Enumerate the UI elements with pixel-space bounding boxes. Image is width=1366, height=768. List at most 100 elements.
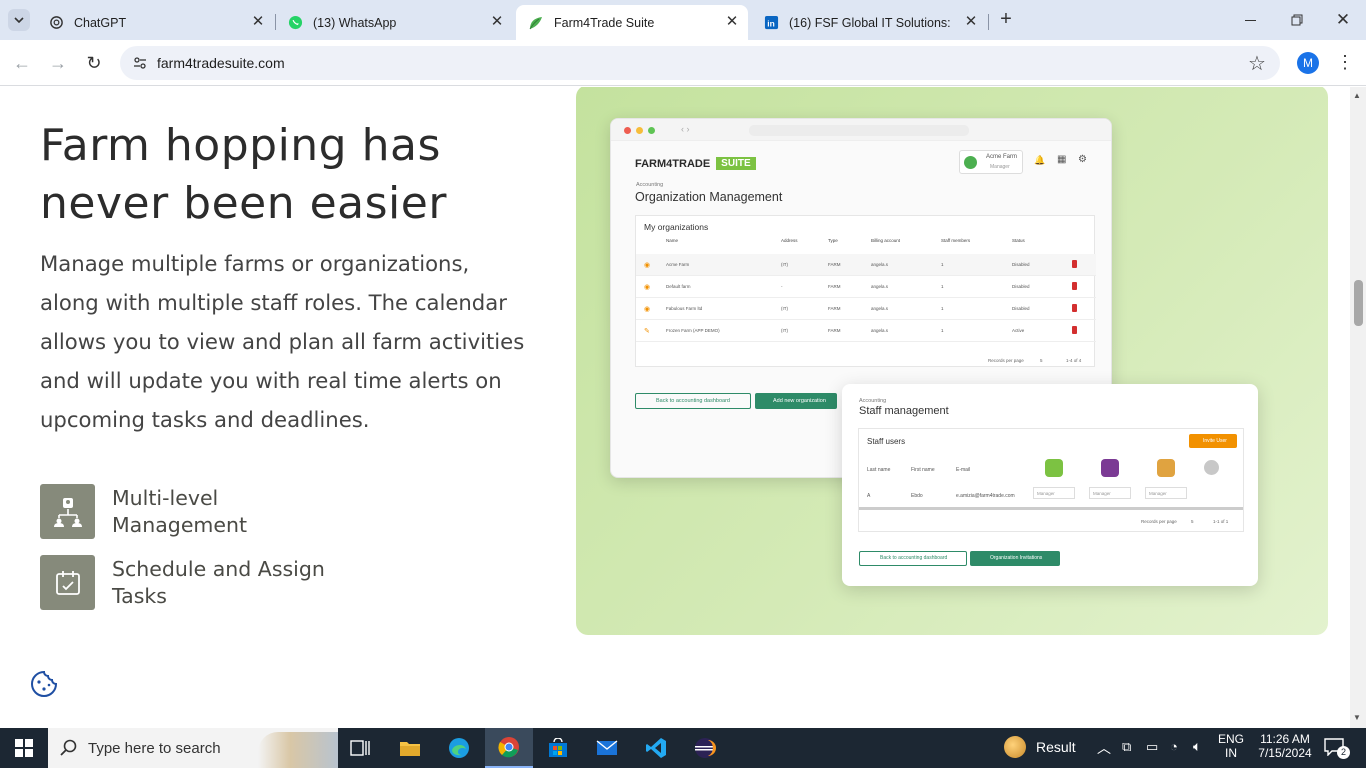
close-icon[interactable]: ✕ [250, 14, 266, 30]
delete-icon [1072, 260, 1077, 268]
mockup-table-header: Name Address Type Billing account Staff memb… [636, 238, 1096, 254]
close-icon[interactable]: ✕ [724, 14, 740, 30]
app-tray-icon[interactable]: ⧉ [1122, 739, 1131, 755]
notification-count: 2 [1337, 746, 1350, 759]
taskbar-search-box[interactable]: Type here to search [48, 728, 338, 768]
reload-icon[interactable]: ↻ [84, 53, 104, 73]
mockup-staff-card: Staff users Invite User Last name First … [858, 428, 1244, 532]
mockup-table-row: ◉ Fabulous Farm ltd (IT) FARM angela.s 1 Disab… [636, 298, 1096, 320]
tab-title: (16) FSF Global IT Solutions: My [789, 15, 954, 30]
mockup-table-cell: - [781, 284, 783, 289]
mockup-staff-back-button: Back to accounting dashboard [859, 551, 967, 566]
mail-icon[interactable] [583, 728, 631, 768]
url-text: farm4tradesuite.com [157, 55, 285, 71]
mockup-table-cell: Acme Farm [666, 262, 690, 267]
task-view-icon[interactable] [336, 728, 384, 768]
mockup-table-cell: (IT) [781, 306, 788, 311]
mockup-table-row: ✎ Frozen Farm (APP DEMO) (IT) FARM angela.s 1… [636, 320, 1096, 342]
restore-button[interactable] [1285, 8, 1309, 32]
weather-widget[interactable]: Result [1004, 736, 1076, 758]
site-settings-icon[interactable] [133, 56, 147, 75]
chrome-icon[interactable] [485, 728, 533, 768]
vscode-icon[interactable] [632, 728, 680, 768]
mockup-table-cell: 1 [941, 262, 944, 267]
battery-icon[interactable]: ▭ [1146, 739, 1158, 755]
window-close-button[interactable]: ✕ [1331, 8, 1355, 32]
mockup-add-org-button: Add new organization [755, 393, 837, 409]
forward-arrow-icon[interactable]: → [48, 53, 68, 73]
mockup-logo: FARM4TRADE SUITE [635, 157, 756, 170]
tab-search-button[interactable] [8, 9, 30, 31]
whatsapp-icon [287, 15, 303, 31]
tab-title: ChatGPT [74, 15, 127, 30]
mockup-column-header: Type [828, 238, 838, 243]
mockup-table-cell: FARM [828, 284, 841, 289]
wifi-icon[interactable]: ◔ [1170, 739, 1178, 754]
mockup-column-header: Staff members [941, 238, 971, 243]
linkedin-icon: in [763, 15, 779, 31]
windows-start-icon[interactable] [0, 728, 48, 768]
page-description: Manage multiple farms or organizations, … [40, 251, 525, 432]
feature-schedule-assign-tasks: Schedule and Assign Tasks [40, 555, 352, 610]
delete-icon [1072, 304, 1077, 312]
tab-whatsapp[interactable]: (13) WhatsApp ✕ [275, 5, 513, 40]
mockup-column-header: Status [1012, 238, 1025, 243]
mockup-staff-window: Accounting Staff management Staff users … [842, 384, 1258, 586]
mockup-table-cell: (IT) [781, 262, 788, 267]
minimize-button[interactable] [1238, 8, 1262, 32]
mockup-table-cell: 1 [941, 328, 944, 333]
mockup-table-cell: FARM [828, 328, 841, 333]
mockup-table-cell: angela.s [871, 328, 889, 333]
chevron-up-icon[interactable]: ︿ [1097, 738, 1111, 758]
mockup-table-cell: Fabulous Farm ltd [666, 306, 703, 311]
edit-icon: ✎ [644, 328, 650, 335]
browser-menu-icon[interactable]: ⋮ [1336, 53, 1354, 73]
org-hierarchy-icon [40, 484, 95, 539]
mockup-invitations-button: Organization Invitations [970, 551, 1060, 566]
feature-multi-level-management: Multi-level Management [40, 484, 352, 539]
cookie-settings-icon[interactable] [30, 670, 58, 703]
scrollbar-thumb[interactable] [1354, 280, 1363, 326]
mockup-back-button: Back to accounting dashboard [635, 393, 751, 409]
page-scrollbar[interactable]: ▲ ▼ [1350, 87, 1366, 728]
mockup-title: Organization Management [635, 190, 783, 204]
mockup-table-cell: angela.s [871, 262, 889, 267]
svg-text:in: in [767, 18, 774, 28]
mockup-gear-icon: ⚙ [1078, 154, 1087, 165]
clock[interactable]: 11:26 AM 7/15/2024 [1250, 732, 1320, 760]
mockup-table-cell: Active [1012, 328, 1025, 333]
bookmark-star-icon[interactable]: ☆ [1248, 51, 1266, 76]
tab-chatgpt[interactable]: ChatGPT ✕ [36, 5, 274, 40]
profile-avatar[interactable]: M [1297, 52, 1319, 74]
search-placeholder: Type here to search [88, 739, 221, 757]
microsoft-store-icon[interactable] [534, 728, 582, 768]
language-indicator[interactable]: ENG IN [1218, 732, 1244, 760]
mockup-column-header: Name [666, 238, 679, 243]
volume-icon[interactable]: 🔈︎ [1193, 738, 1201, 755]
tab-farm4trade[interactable]: Farm4Trade Suite ✕ [516, 5, 748, 40]
view-icon: ◉ [644, 306, 651, 313]
chatgpt-icon [48, 15, 64, 31]
mockup-farm-badge: Acme Farm Manager [959, 150, 1023, 174]
feature-label: Multi-level Management [112, 485, 248, 537]
eclipse-icon[interactable] [681, 728, 729, 768]
feature-label: Schedule and Assign Tasks [112, 556, 325, 608]
mockup-organizations-card: My organizations Name Address Type Billing … [635, 215, 1096, 367]
calendar-check-icon [40, 555, 95, 610]
mockup-table-row: ◉ Default farm - FARM angela.s 1 Disabled [636, 276, 1096, 298]
farm4trade-leaf-icon [528, 15, 544, 31]
file-explorer-icon[interactable] [386, 728, 434, 768]
mockup-table-cell: FARM [828, 262, 841, 267]
address-bar[interactable]: farm4tradesuite.com [120, 46, 1280, 80]
edge-browser-icon[interactable] [435, 728, 483, 768]
browser-toolbar: ← → ↻ farm4tradesuite.com ☆ M ⋮ [0, 40, 1366, 86]
new-tab-button[interactable]: + [996, 9, 1016, 29]
tab-linkedin[interactable]: in (16) FSF Global IT Solutions: My ✕ [751, 5, 987, 40]
back-arrow-icon[interactable]: ← [12, 53, 32, 73]
browser-tab-strip: ChatGPT ✕ (13) WhatsApp ✕ Farm4Trade Sui… [0, 0, 1366, 40]
mockup-table-cell: angela.s [871, 306, 889, 311]
close-icon[interactable]: ✕ [963, 14, 979, 30]
view-icon: ◉ [644, 262, 651, 269]
notification-center-icon[interactable]: 2 [1324, 738, 1350, 759]
close-icon[interactable]: ✕ [489, 14, 505, 30]
